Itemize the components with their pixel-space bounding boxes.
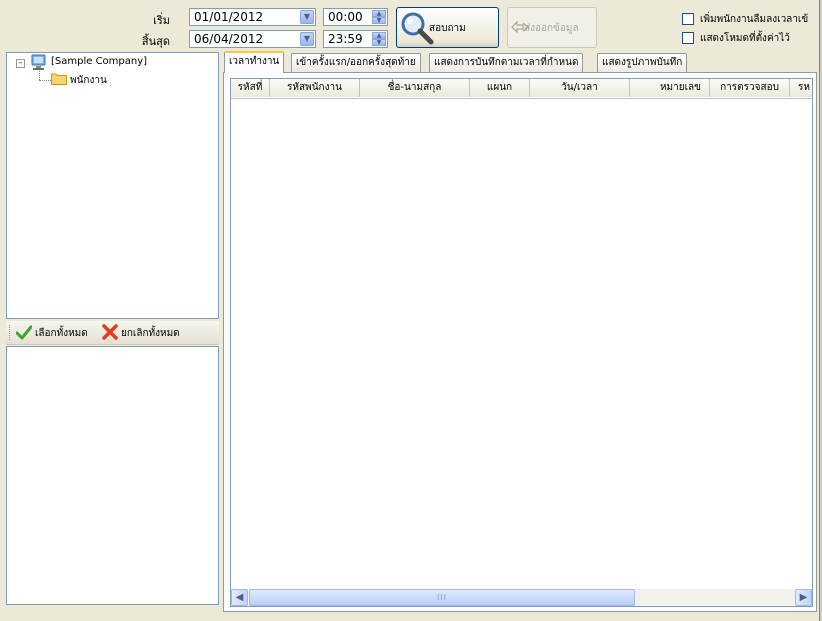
- records-grid[interactable]: รหัสที่ รหัสพนักงาน ชื่อ-นามสกุล แผนก วั…: [230, 78, 813, 607]
- column-header[interactable]: ชื่อ-นามสกุล: [360, 79, 470, 97]
- spin-down-icon[interactable]: ▼: [372, 17, 386, 24]
- tab-label: เวลาทำงาน: [229, 56, 280, 67]
- tree-child-label[interactable]: พนักงาน: [70, 73, 107, 88]
- chevron-right-icon: ▶: [799, 592, 808, 603]
- tab-label: แสดงการบันทึกตามเวลาที่กำหนด: [434, 57, 579, 68]
- department-tree[interactable]: - [Sample Company] พนักงาน: [6, 52, 219, 319]
- spin-up-icon[interactable]: ▲: [372, 32, 386, 39]
- start-date-picker[interactable]: 01/01/2012 ▼: [189, 8, 316, 26]
- tab-records-by-time[interactable]: แสดงการบันทึกตามเวลาที่กำหนด: [429, 53, 584, 72]
- scroll-grip: III: [436, 593, 448, 602]
- spin-up-icon[interactable]: ▲: [372, 10, 386, 17]
- selection-toolbar: เลือกทั้งหมด ยกเลิกทั้งหมด: [6, 321, 219, 345]
- tab-label: แสดงรูปภาพบันทึก: [602, 57, 683, 68]
- show-mode-label[interactable]: แสดงโหมดที่ตั้งค่าไว้: [700, 31, 790, 46]
- tab-record-photos[interactable]: แสดงรูปภาพบันทึก: [597, 53, 688, 72]
- column-header[interactable]: การตรวจสอบ: [710, 79, 790, 97]
- scroll-left-button[interactable]: ◀: [231, 589, 248, 606]
- chevron-left-icon: ◀: [235, 592, 244, 603]
- start-time-field[interactable]: 00:00 ▲ ▼: [323, 8, 388, 26]
- start-time-value: 00:00: [328, 10, 363, 24]
- company-computer-icon: [31, 54, 46, 70]
- scroll-right-button[interactable]: ▶: [795, 589, 812, 606]
- cross-icon: [102, 324, 118, 340]
- check-icon: [16, 325, 32, 340]
- end-time-field[interactable]: 23:59 ▲ ▼: [323, 30, 388, 48]
- employee-list[interactable]: [6, 346, 219, 605]
- deselect-all-button[interactable]: ยกเลิกทั้งหมด: [121, 326, 180, 341]
- chevron-down-icon[interactable]: ▼: [300, 32, 314, 46]
- horizontal-scrollbar[interactable]: ◀ III ▶: [231, 589, 812, 606]
- column-header[interactable]: รหัสที่: [231, 79, 270, 97]
- export-button[interactable]: ส่งออกข้อมูล: [507, 7, 597, 48]
- end-date-value: 06/04/2012: [194, 32, 264, 46]
- folder-icon: [51, 73, 67, 85]
- query-button[interactable]: สอบถาม: [396, 7, 499, 48]
- tab-work-time[interactable]: เวลาทำงาน: [224, 51, 285, 73]
- end-time-spinner[interactable]: ▲ ▼: [372, 32, 386, 46]
- tree-root-label[interactable]: [Sample Company]: [51, 56, 147, 67]
- start-time-spinner[interactable]: ▲ ▼: [372, 10, 386, 24]
- add-forgot-checkbox[interactable]: [682, 13, 694, 25]
- show-mode-checkbox[interactable]: [682, 32, 694, 44]
- start-date-value: 01/01/2012: [194, 10, 264, 24]
- column-header[interactable]: หมายเลข: [630, 79, 710, 97]
- export-button-label: ส่งออกข้อมูล: [524, 23, 579, 34]
- column-header[interactable]: รหัสพนักงาน: [270, 79, 360, 97]
- scroll-thumb[interactable]: III: [249, 589, 635, 606]
- tab-label: เข้าครั้งแรก/ออกครั้งสุดท้าย: [296, 57, 416, 68]
- column-header[interactable]: รห: [790, 79, 812, 97]
- select-all-button[interactable]: เลือกทั้งหมด: [35, 326, 88, 341]
- add-forgot-label[interactable]: เพิ่มพนักงานลืมลงเวลาเข้: [700, 12, 808, 27]
- end-label: สิ้นสุด: [141, 35, 170, 48]
- grid-header: รหัสที่ รหัสพนักงาน ชื่อ-นามสกุล แผนก วั…: [231, 79, 812, 99]
- tab-first-last[interactable]: เข้าครั้งแรก/ออกครั้งสุดท้าย: [291, 53, 421, 72]
- end-time-value: 23:59: [328, 32, 363, 46]
- end-date-picker[interactable]: 06/04/2012 ▼: [189, 30, 316, 48]
- spin-down-icon[interactable]: ▼: [372, 39, 386, 46]
- query-button-label: สอบถาม: [429, 23, 466, 34]
- column-header[interactable]: แผนก: [470, 79, 530, 97]
- column-header[interactable]: วัน/เวลา: [530, 79, 630, 97]
- start-label: เริ่ม: [153, 14, 170, 27]
- chevron-down-icon[interactable]: ▼: [300, 10, 314, 24]
- collapse-toggle[interactable]: -: [16, 59, 25, 68]
